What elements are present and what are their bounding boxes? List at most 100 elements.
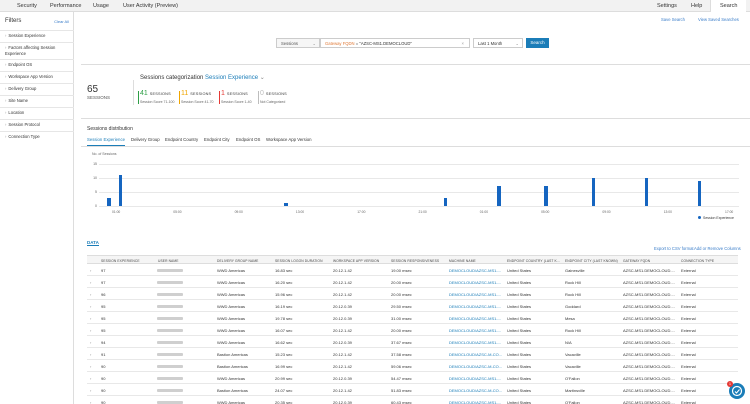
search-scope-select[interactable]: Sessions ⌄ — [276, 38, 320, 48]
table-cell[interactable]: DEMOCLOUD\AZSC-MS1-... — [449, 292, 501, 297]
chart-bar[interactable] — [496, 186, 501, 206]
table-row[interactable]: › 95 WWD Americas 19.78 sec 20.12.0.39 31.00 … — [87, 312, 738, 324]
time-range-select[interactable]: Last 1 Month ⌄ — [473, 38, 523, 48]
table-row[interactable]: › 95 WWD Americas 16.19 sec 20.12.0.39 29.50 … — [87, 300, 738, 312]
table-row[interactable]: › 90 Bastion Americas 16.99 sec 20.12.1.42 59… — [87, 360, 738, 372]
expand-row-icon[interactable]: › — [90, 316, 91, 321]
expand-row-icon[interactable]: › — [90, 328, 91, 333]
expand-row-icon[interactable]: › — [90, 400, 91, 404]
categorization-select[interactable]: Session Experience — [205, 75, 258, 81]
expand-row-icon[interactable]: › — [90, 292, 91, 297]
nav-help[interactable]: Help — [691, 3, 702, 9]
distribution-tab[interactable]: Session Experience — [87, 137, 125, 146]
nav-performance[interactable]: Performance — [50, 3, 82, 9]
session-stat[interactable]: 1 SESSIONS Session Score 1-40 — [219, 90, 252, 104]
table-cell: 90 — [101, 375, 106, 381]
nav-user-activity[interactable]: User Activity (Preview) — [123, 3, 178, 9]
table-cell[interactable]: DEMOCLOUD\AZSC-MS1-... — [449, 280, 501, 285]
column-header[interactable]: SESSION EXPERIENCE — [101, 259, 140, 263]
add-remove-columns-link[interactable]: Add or Remove Columns — [694, 246, 741, 251]
expand-row-icon[interactable]: › — [90, 352, 91, 357]
search-button[interactable]: Search — [526, 38, 549, 48]
table-cell[interactable]: DEMOCLOUD\AZSC-MS1-... — [449, 376, 501, 381]
distribution-tab[interactable]: Delivery Group — [131, 137, 160, 142]
table-cell: United States — [507, 363, 532, 369]
nav-usage[interactable]: Usage — [93, 3, 109, 9]
column-header[interactable]: DELIVERY GROUP NAME — [217, 259, 258, 263]
table-row[interactable]: › 96 WWD Americas 15.96 sec 20.12.1.42 20.00 … — [87, 288, 738, 300]
filter-item[interactable]: › Workspace App Version — [0, 71, 74, 80]
session-stat[interactable]: 41 SESSIONS Session Score 71-100 — [138, 90, 174, 104]
filter-item[interactable]: › Connection Type — [0, 131, 74, 140]
column-header[interactable]: CONNECTION TYPE — [681, 259, 714, 263]
table-cell: 15.23 sec — [275, 351, 293, 357]
table-cell[interactable]: DEMOCLOUD\AZSC-MS1-... — [449, 400, 501, 404]
view-saved-searches-link[interactable]: View Saved Searches — [698, 17, 739, 22]
table-row[interactable]: › 95 WWD Americas 16.07 sec 20.12.1.42 20.00 … — [87, 324, 738, 336]
column-header[interactable]: SESSION LOGON DURATION — [275, 259, 323, 263]
column-header[interactable]: ENDPOINT CITY (LAST KNOWN) — [565, 259, 618, 263]
column-header[interactable]: USER NAME — [158, 259, 179, 263]
chart-bar[interactable] — [644, 178, 649, 206]
distribution-tab[interactable]: Endpoint Country — [165, 137, 198, 142]
filter-item[interactable]: › Site Name — [0, 95, 74, 104]
chart-bar[interactable] — [544, 186, 548, 206]
expand-row-icon[interactable]: › — [90, 268, 91, 273]
expand-row-icon[interactable]: › — [90, 280, 91, 285]
expand-row-icon[interactable]: › — [90, 304, 91, 309]
nav-settings[interactable]: Settings — [657, 3, 677, 9]
filter-item[interactable]: › Session Experience — [0, 30, 74, 39]
nav-security[interactable]: Security — [17, 3, 37, 9]
table-row[interactable]: › 90 Bastion Americas 24.07 sec 20.12.1.42 51… — [87, 384, 738, 396]
search-scope-value: Sessions — [281, 41, 298, 46]
table-row[interactable]: › 90 WWD Americas 20.35 sec 20.12.0.39 60.43 … — [87, 396, 738, 404]
table-cell[interactable]: DEMOCLOUD\AZSC-M-CO... — [449, 352, 502, 357]
column-header[interactable]: MACHINE NAME — [449, 259, 476, 263]
distribution-tab[interactable]: Endpoint OS — [236, 137, 260, 142]
save-search-link[interactable]: Save Search — [661, 17, 685, 22]
chart-bar[interactable] — [118, 175, 123, 206]
session-stat[interactable]: 11 SESSIONS Session Score 41-70 — [179, 90, 214, 104]
nav-search[interactable]: Search — [710, 0, 747, 12]
filter-item[interactable]: › Factors affecting Session Experience — [0, 42, 74, 56]
distribution-tab[interactable]: Endpoint City — [204, 137, 230, 142]
chart-bar[interactable] — [284, 203, 288, 206]
table-cell[interactable]: DEMOCLOUD\AZSC-MS1-... — [449, 328, 501, 333]
session-stat[interactable]: 0 SESSIONS Not Categorized — [258, 90, 287, 104]
chart-bar[interactable] — [697, 180, 702, 206]
expand-row-icon[interactable]: › — [90, 364, 91, 369]
filter-item[interactable]: › Endpoint OS — [0, 59, 74, 68]
chart-legend[interactable]: Session Experience — [698, 216, 734, 220]
table-cell[interactable]: DEMOCLOUD\AZSC-MS1-... — [449, 268, 501, 273]
table-row[interactable]: › 90 WWD Americas 20.99 sec 20.12.0.39 54.47 … — [87, 372, 738, 384]
table-row[interactable]: › 97 WWD Americas 16.83 sec 20.12.1.42 19.00 … — [87, 264, 738, 276]
column-header[interactable]: WORKSPACE APP VERSION — [333, 259, 379, 263]
distribution-tab[interactable]: Workspace App Version — [266, 137, 312, 142]
column-header[interactable]: ENDPOINT COUNTRY (LAST K... — [507, 259, 560, 263]
clear-all-link[interactable]: Clear All — [54, 19, 69, 24]
table-cell[interactable]: DEMOCLOUD\AZSC-M-CO... — [449, 388, 502, 393]
chart-bar[interactable] — [591, 178, 596, 206]
table-cell[interactable]: DEMOCLOUD\AZSC-M-CO... — [449, 364, 502, 369]
expand-row-icon[interactable]: › — [90, 376, 91, 381]
chart-bar[interactable] — [443, 197, 448, 206]
table-cell[interactable]: DEMOCLOUD\AZSC-MS1-... — [449, 304, 501, 309]
expand-row-icon[interactable]: › — [90, 340, 91, 345]
data-tab[interactable]: DATA — [87, 240, 99, 246]
column-header[interactable]: GATEWAY FQDN — [623, 259, 650, 263]
table-cell[interactable]: DEMOCLOUD\AZSC-MS1-... — [449, 316, 501, 321]
column-header[interactable]: SESSION RESPONSIVENESS — [391, 259, 439, 263]
filters-sidebar: Filters Clear All › Session Experience › Fa… — [0, 12, 74, 404]
table-row[interactable]: › 91 Bastion Americas 15.23 sec 20.12.1.42 37… — [87, 348, 738, 360]
search-query-input[interactable]: Gateway FQDN = "AZSC-MS1.DEMOCLOUD" × — [320, 38, 470, 48]
filter-item[interactable]: › Session Protocol — [0, 119, 74, 128]
expand-row-icon[interactable]: › — [90, 388, 91, 393]
filter-item[interactable]: › Location — [0, 107, 74, 116]
export-csv-link[interactable]: Export to CSV format — [654, 246, 694, 251]
table-row[interactable]: › 97 WWD Americas 16.20 sec 20.12.1.42 20.00 … — [87, 276, 738, 288]
table-cell[interactable]: DEMOCLOUD\AZSC-MS1-... — [449, 340, 501, 345]
filter-item[interactable]: › Delivery Group — [0, 83, 74, 92]
clear-icon[interactable]: × — [462, 41, 464, 46]
chart-bar[interactable] — [107, 197, 111, 206]
table-row[interactable]: › 94 WWD Americas 16.62 sec 20.12.0.39 37.67 … — [87, 336, 738, 348]
